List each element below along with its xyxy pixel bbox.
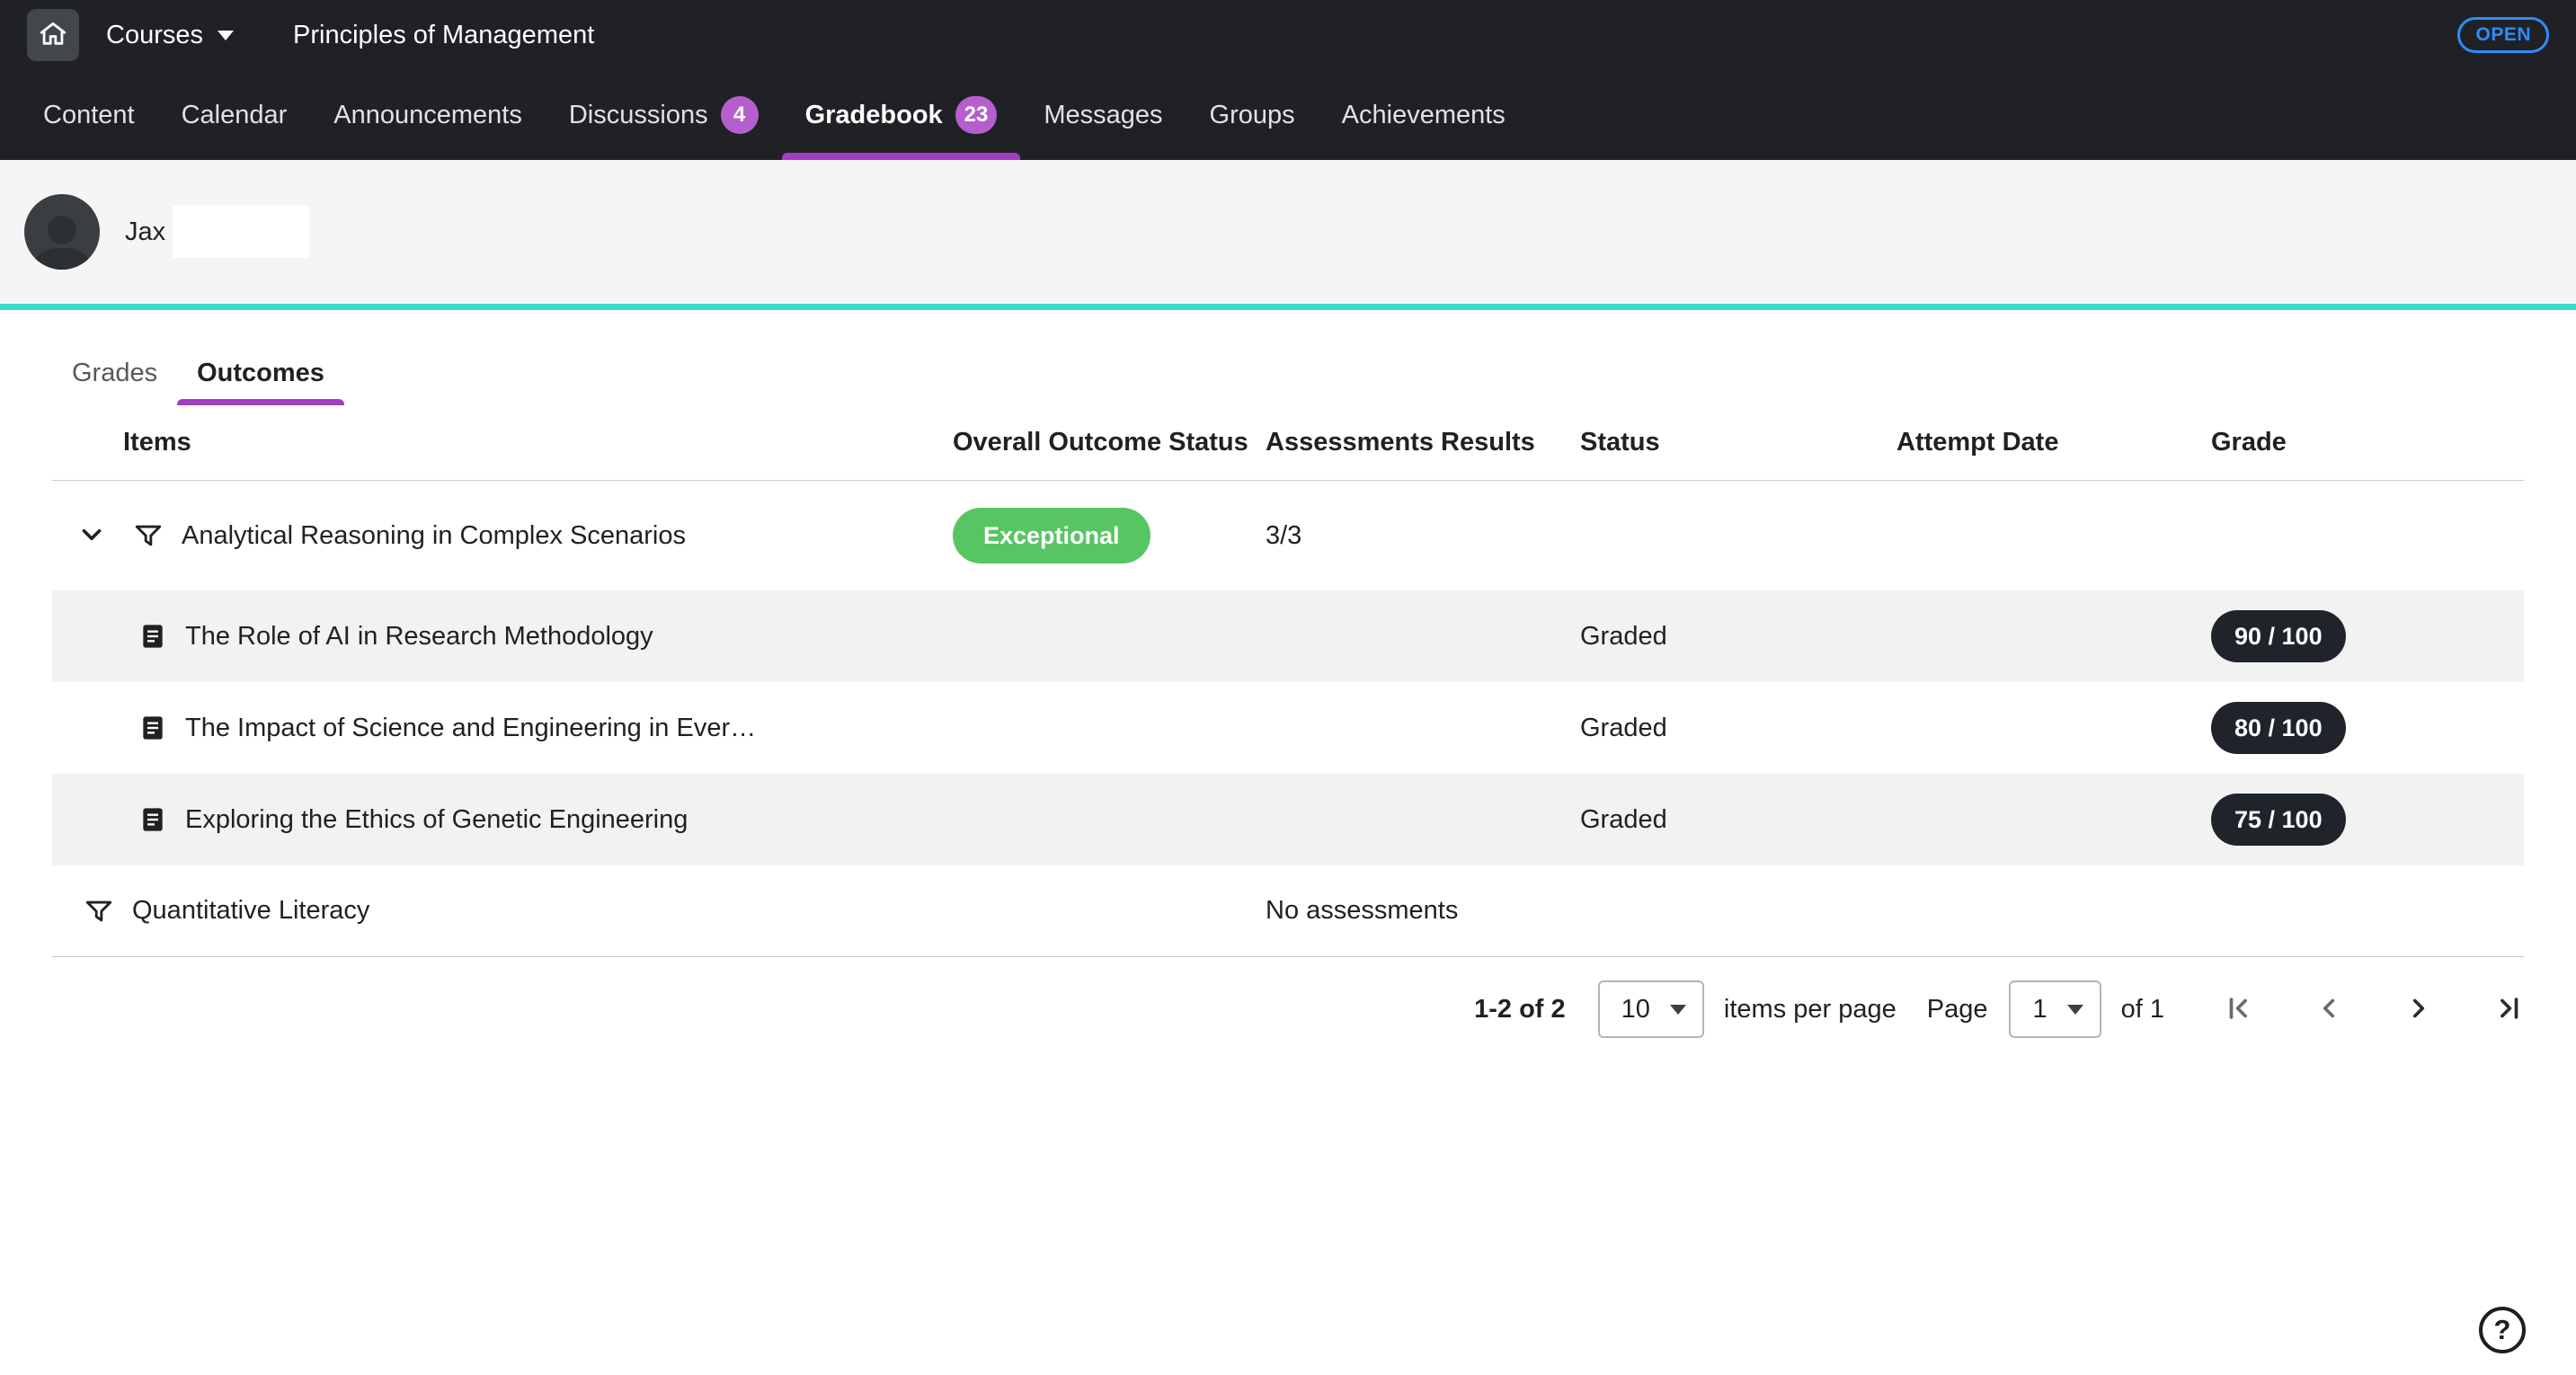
assignment-doc-icon xyxy=(138,622,167,651)
tab-label: Grades xyxy=(72,359,157,388)
table-row: The Role of AI in Research Methodology G… xyxy=(52,590,2524,682)
redacted-name-block xyxy=(173,206,309,258)
nav-item-gradebook[interactable]: Gradebook 23 xyxy=(782,70,1021,160)
question-mark-icon: ? xyxy=(2494,1314,2511,1346)
outcome-funnel-icon xyxy=(84,896,114,927)
assessment-status: Graded xyxy=(1580,622,1896,652)
grade-pill: 80 / 100 xyxy=(2211,702,2346,754)
home-button[interactable] xyxy=(27,9,79,61)
last-page-button[interactable] xyxy=(2493,993,2524,1026)
col-header-attempt-date: Attempt Date xyxy=(1896,428,2211,457)
discussions-count-badge: 4 xyxy=(721,96,759,134)
nav-label: Gradebook xyxy=(805,101,943,130)
top-bar: Courses Principles of Management OPEN xyxy=(0,0,2576,70)
assignment-doc-icon xyxy=(138,714,167,742)
pagination-bar: 1-2 of 2 10 items per page Page 1 of 1 xyxy=(52,980,2524,1038)
nav-label: Announcements xyxy=(333,101,522,130)
chevron-left-icon xyxy=(2314,993,2344,1026)
assessments-results-value: No assessments xyxy=(1266,896,1580,926)
skip-to-last-icon xyxy=(2493,993,2524,1026)
result-range: 1-2 of 2 xyxy=(1474,995,1566,1025)
nav-item-messages[interactable]: Messages xyxy=(1020,70,1186,160)
outcome-title: Analytical Reasoning in Complex Scenario… xyxy=(182,521,686,551)
page-count-label: of 1 xyxy=(2121,995,2164,1025)
chevron-right-icon xyxy=(2403,993,2434,1026)
col-header-overall-outcome-status: Overall Outcome Status xyxy=(953,428,1266,457)
courses-label: Courses xyxy=(106,21,203,50)
table-row: Quantitative Literacy No assessments xyxy=(52,865,2524,957)
collapse-outcome-button[interactable] xyxy=(72,516,111,555)
home-icon xyxy=(38,18,68,53)
first-page-button[interactable] xyxy=(2224,993,2254,1026)
nav-label: Groups xyxy=(1210,101,1295,130)
open-status-badge: OPEN xyxy=(2457,17,2549,53)
gradebook-outcomes-page: Grades Outcomes Items Overall Outcome St… xyxy=(0,341,2576,1038)
table-row: The Impact of Science and Engineering in… xyxy=(52,682,2524,774)
chevron-down-icon xyxy=(2067,1005,2083,1015)
items-per-page-value: 10 xyxy=(1621,995,1650,1025)
outcome-funnel-icon xyxy=(133,520,164,551)
chevron-down-icon xyxy=(76,519,107,553)
items-per-page-select[interactable]: 10 xyxy=(1598,980,1704,1038)
nav-item-discussions[interactable]: Discussions 4 xyxy=(546,70,782,160)
chevron-down-icon xyxy=(218,31,234,40)
assessment-title: The Impact of Science and Engineering in… xyxy=(185,714,756,743)
student-banner: Jax xyxy=(0,160,2576,304)
col-header-grade: Grade xyxy=(2211,428,2524,457)
next-page-button[interactable] xyxy=(2403,993,2434,1026)
active-nav-underline xyxy=(782,153,1021,160)
course-title: Principles of Management xyxy=(293,21,594,50)
grade-pill: 90 / 100 xyxy=(2211,610,2346,662)
assessment-status: Graded xyxy=(1580,714,1896,743)
col-header-status: Status xyxy=(1580,428,1896,457)
table-row: Exploring the Ethics of Genetic Engineer… xyxy=(52,774,2524,865)
courses-dropdown[interactable]: Courses xyxy=(106,21,234,50)
nav-label: Discussions xyxy=(569,101,708,130)
help-button[interactable]: ? xyxy=(2479,1307,2526,1353)
table-row: Analytical Reasoning in Complex Scenario… xyxy=(52,481,2524,590)
items-per-page-label: items per page xyxy=(1724,995,1896,1025)
outcome-title: Quantitative Literacy xyxy=(132,896,369,926)
page-label: Page xyxy=(1927,995,1988,1025)
grade-pill: 75 / 100 xyxy=(2211,794,2346,846)
nav-item-groups[interactable]: Groups xyxy=(1186,70,1319,160)
gradebook-count-badge: 23 xyxy=(955,96,998,134)
assessments-results-value: 3/3 xyxy=(1266,521,1580,551)
overall-status-pill: Exceptional xyxy=(953,508,1150,563)
assessment-title: Exploring the Ethics of Genetic Engineer… xyxy=(185,805,688,835)
col-header-assessments-results: Assessments Results xyxy=(1266,428,1580,457)
nav-label: Content xyxy=(43,101,135,130)
gradebook-tabs: Grades Outcomes xyxy=(52,341,2524,405)
nav-label: Messages xyxy=(1044,101,1162,130)
chevron-down-icon xyxy=(1670,1005,1686,1015)
nav-item-announcements[interactable]: Announcements xyxy=(310,70,546,160)
nav-item-content[interactable]: Content xyxy=(20,70,158,160)
skip-to-first-icon xyxy=(2224,993,2254,1026)
nav-item-achievements[interactable]: Achievements xyxy=(1319,70,1529,160)
assignment-doc-icon xyxy=(138,805,167,834)
accent-divider xyxy=(0,304,2576,310)
nav-label: Achievements xyxy=(1342,101,1506,130)
avatar xyxy=(24,194,100,270)
assessment-title: The Role of AI in Research Methodology xyxy=(185,622,653,652)
course-nav: Content Calendar Announcements Discussio… xyxy=(0,70,2576,160)
tab-grades[interactable]: Grades xyxy=(52,341,177,405)
outcomes-table: Items Overall Outcome Status Assessments… xyxy=(52,405,2524,1038)
page-number-select[interactable]: 1 xyxy=(2009,980,2101,1038)
active-tab-underline xyxy=(177,399,344,405)
tab-outcomes[interactable]: Outcomes xyxy=(177,341,344,405)
col-header-items: Items xyxy=(52,428,953,457)
assessment-status: Graded xyxy=(1580,805,1896,835)
table-header-row: Items Overall Outcome Status Assessments… xyxy=(52,405,2524,481)
student-name: Jax xyxy=(125,217,165,247)
nav-label: Calendar xyxy=(182,101,288,130)
tab-label: Outcomes xyxy=(197,359,324,388)
page-number-value: 1 xyxy=(2032,995,2047,1025)
previous-page-button[interactable] xyxy=(2314,993,2344,1026)
nav-item-calendar[interactable]: Calendar xyxy=(158,70,311,160)
